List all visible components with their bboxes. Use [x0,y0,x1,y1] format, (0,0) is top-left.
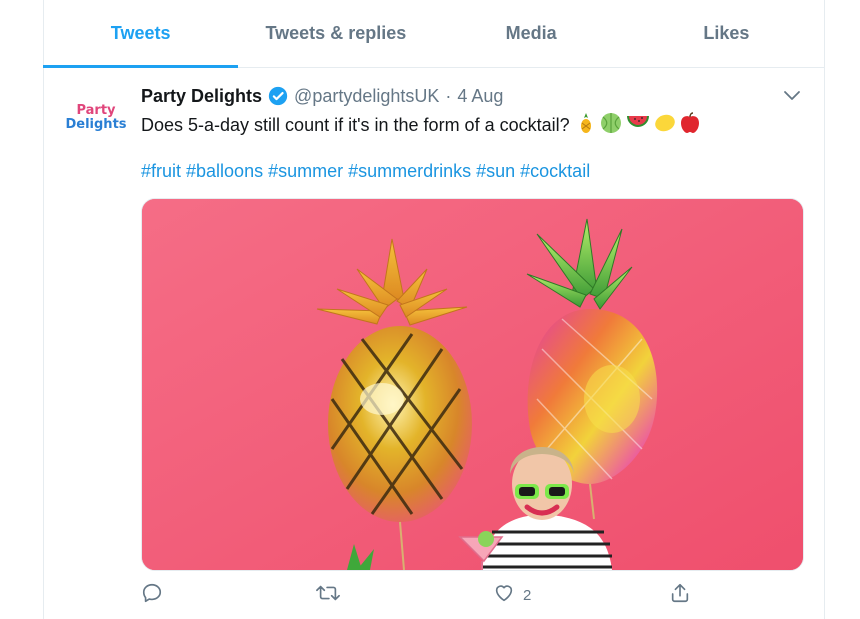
like-count: 2 [523,586,532,604]
profile-tabs: Tweets Tweets & replies Media Likes [43,0,824,68]
tab-tweets-and-replies[interactable]: Tweets & replies [238,0,433,67]
watermelon-emoji-icon [626,113,650,138]
tweet-header: Party Delights @partydelightsUK · 4 Aug [141,83,503,109]
tab-likes[interactable]: Likes [629,0,824,67]
avatar-text-line2: Delights [65,117,127,132]
tab-media[interactable]: Media [434,0,629,67]
chevron-down-icon[interactable] [782,86,802,111]
tweet-date[interactable]: 4 Aug [457,86,503,107]
emoji-row [576,112,700,139]
tab-label: Tweets [110,23,171,43]
tab-label: Tweets & replies [265,23,407,43]
share-button[interactable] [669,582,699,608]
retweet-button[interactable] [316,582,348,608]
photo-pineapple-balloons-icon [142,199,803,570]
melon-emoji-icon [600,112,622,139]
tab-tweets[interactable]: Tweets [43,0,239,68]
separator: · [445,85,452,106]
handle[interactable]: @partydelightsUK [294,86,439,107]
display-name[interactable]: Party Delights [141,86,262,107]
retweet-icon [316,582,340,608]
tab-label: Likes [703,23,750,43]
avatar-text-line1: Party [76,103,116,118]
tab-label: Media [505,23,557,43]
heart-icon [493,582,515,608]
like-button[interactable]: 2 [493,582,531,608]
verified-badge-icon [268,86,288,106]
tweet-actions: 2 [141,582,701,612]
reply-button[interactable] [141,582,171,608]
pineapple-emoji-icon [576,112,596,139]
tweet-body: Does 5-a-day still count if it's in the … [141,115,570,135]
lemon-emoji-icon [654,113,676,138]
avatar[interactable]: Party Delights [65,90,127,146]
apple-emoji-icon [680,112,700,139]
hashtags[interactable]: #fruit #balloons #summer #summerdrinks #… [141,161,590,182]
share-icon [669,582,691,608]
tweet-text: Does 5-a-day still count if it's in the … [141,112,700,139]
reply-icon [141,582,163,608]
tweet-photo[interactable] [141,198,804,571]
